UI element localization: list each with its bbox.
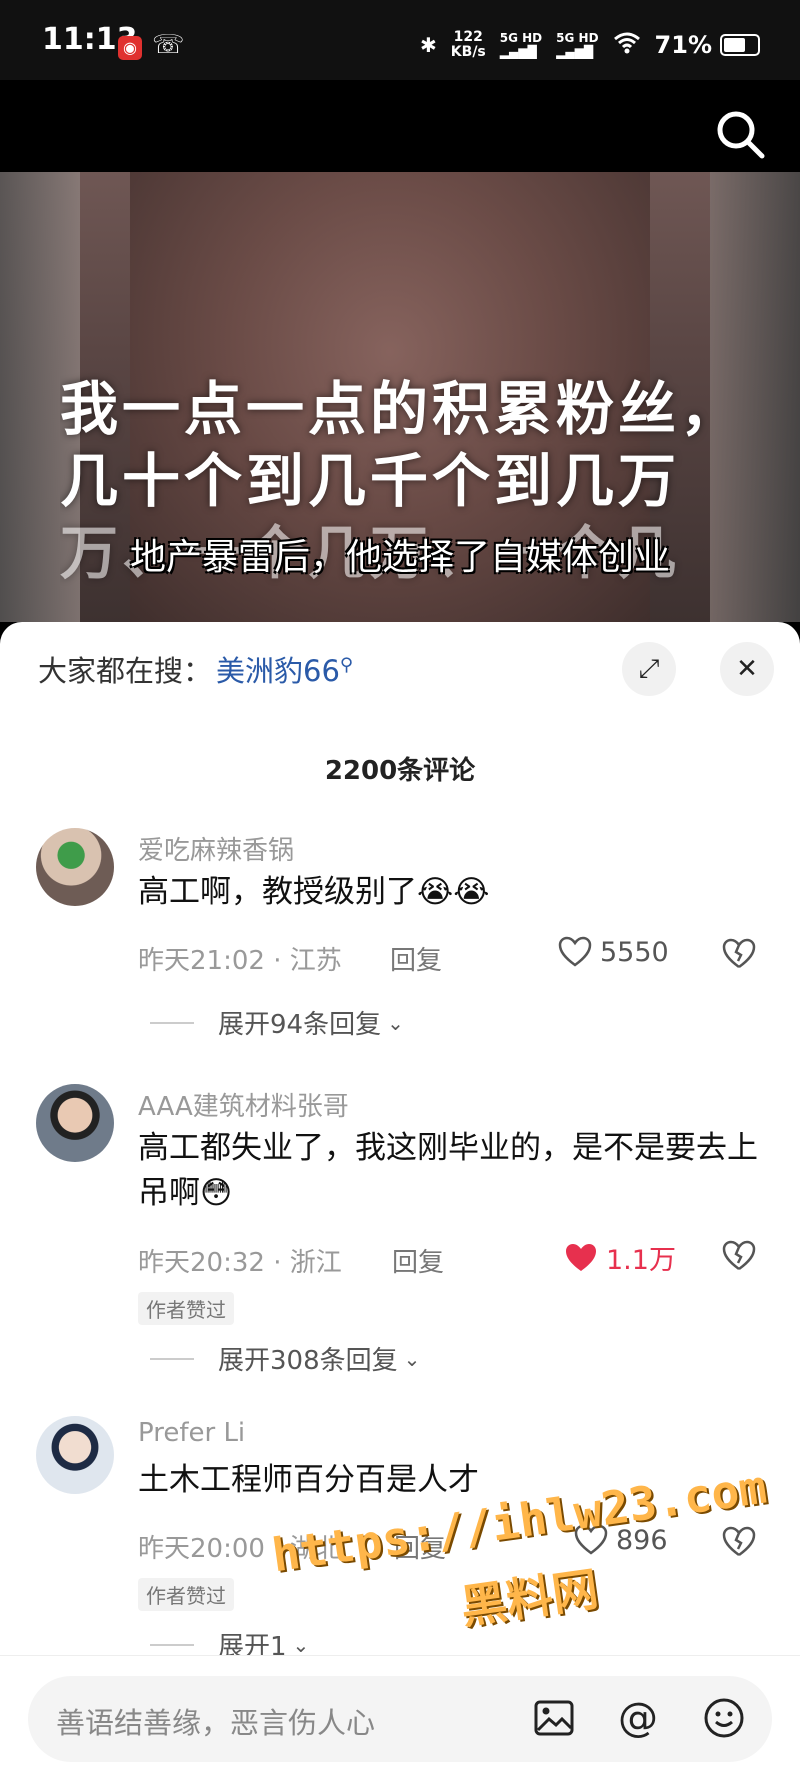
expand-replies-button[interactable]: 展开94条回复 ⌄	[150, 1004, 404, 1041]
chevron-down-icon: ⌄	[387, 1010, 404, 1035]
dislike-icon[interactable]	[722, 1240, 756, 1272]
wifi-icon	[613, 32, 641, 59]
comment-input-bar: 善语结善缘，恶言伤人心 @	[0, 1655, 800, 1778]
dislike-icon[interactable]	[722, 938, 756, 970]
avatar[interactable]	[36, 1416, 114, 1494]
chevron-down-icon: ⌄	[403, 1346, 421, 1371]
dislike-icon[interactable]	[722, 1526, 756, 1558]
status-indicators: ✱ 122 KB/s 5G HD ▂▄▆█ 5G HD ▂▄▆█ 71%	[420, 30, 760, 60]
author-liked-badge: 作者赞过	[138, 1292, 234, 1325]
net-speed: 122 KB/s	[451, 30, 486, 60]
signal-1: 5G HD ▂▄▆█	[500, 31, 542, 59]
battery: 71%	[655, 31, 760, 59]
divider-dash	[150, 1357, 194, 1360]
comment-input[interactable]: 善语结善缘，恶言伤人心 @	[28, 1676, 772, 1762]
video-top-bar	[0, 80, 800, 172]
reply-button[interactable]: 回复	[390, 940, 442, 977]
avatar[interactable]	[36, 828, 114, 906]
battery-icon	[720, 34, 760, 56]
signal-bars-icon: ▂▄▆█	[499, 45, 537, 59]
like-count: 1.1万	[606, 1245, 676, 1276]
heart-icon	[558, 936, 592, 967]
battery-percent: 71%	[654, 31, 712, 59]
comment-text: 高工都失业了，我这刚毕业的，是不是要去上吊啊😳	[138, 1130, 758, 1211]
search-small-icon: ⚲	[339, 654, 354, 676]
search-icon	[717, 111, 765, 159]
video-caption: 地产暴雷后，他选择了自媒体创业	[129, 537, 670, 578]
close-icon: ✕	[736, 654, 758, 684]
net-speed-unit: KB/s	[450, 44, 486, 60]
phone-call-icon: ☏	[152, 30, 185, 60]
close-button[interactable]: ✕	[720, 642, 774, 696]
like-button[interactable]: 5550	[558, 936, 669, 968]
expand-button[interactable]: ⤢	[622, 642, 676, 696]
comment-count: 2200条评论	[324, 756, 476, 786]
status-bar: 11:13 ◉ ☏ ✱ 122 KB/s 5G HD ▂▄▆█ 5G HD ▂▄…	[0, 0, 800, 80]
emoji-button[interactable]	[700, 1694, 748, 1742]
heart-filled-icon	[566, 1243, 596, 1271]
comment-username[interactable]: 爱吃麻辣香锅	[138, 830, 294, 867]
expand-icon: ⤢	[638, 653, 660, 684]
net-speed-value: 122	[453, 29, 483, 45]
comment-text: 高工啊，教授级别了😭😭	[138, 874, 490, 910]
expand-replies-label: 展开94条回复	[218, 1010, 382, 1040]
avatar[interactable]	[36, 1084, 114, 1162]
emoji-icon	[704, 1698, 744, 1738]
comment-time: 昨天20:32 · 浙江	[138, 1248, 342, 1278]
expand-replies-label: 展开308条回复	[218, 1346, 398, 1376]
signal-1-label: 5G HD	[499, 31, 543, 45]
bluetooth-icon: ✱	[420, 33, 437, 57]
netease-music-icon: ◉	[118, 36, 142, 60]
comment-sheet: 大家都在搜： 美洲豹66⚲ ⤢ ✕ 2200条评论 爱吃麻辣香锅 高工啊，教授级别…	[0, 622, 800, 1777]
reply-button[interactable]: 回复	[392, 1242, 444, 1279]
image-icon	[534, 1700, 574, 1736]
expand-replies-button[interactable]: 展开308条回复 ⌄	[150, 1340, 420, 1377]
comment-time: 昨天21:02 · 江苏	[138, 946, 342, 976]
signal-2: 5G HD ▂▄▆█	[556, 31, 598, 59]
mention-button[interactable]: @	[614, 1694, 662, 1742]
image-button[interactable]	[530, 1694, 578, 1742]
like-button[interactable]: 1.1万	[564, 1238, 676, 1277]
author-liked-badge: 作者赞过	[138, 1578, 234, 1611]
comment-username[interactable]: AAA建筑材料张哥	[138, 1086, 349, 1123]
comment-username[interactable]: Prefer Li	[138, 1418, 245, 1448]
signal-bars-icon: ▂▄▆█	[556, 45, 594, 59]
search-button[interactable]	[714, 108, 766, 160]
signal-2-label: 5G HD	[556, 31, 599, 45]
search-suggestion[interactable]: 大家都在搜： 美洲豹66⚲	[38, 648, 353, 690]
at-icon: @	[618, 1695, 658, 1741]
chevron-down-icon: ⌄	[292, 1632, 310, 1657]
suggest-label: 大家都在搜：	[38, 654, 213, 688]
comment-input-placeholder: 善语结善缘，恶言伤人心	[56, 1706, 376, 1740]
divider-dash	[150, 1021, 194, 1024]
divider-dash	[150, 1643, 194, 1646]
like-count: 5550	[600, 936, 669, 968]
suggest-term[interactable]: 美洲豹66	[216, 654, 340, 688]
